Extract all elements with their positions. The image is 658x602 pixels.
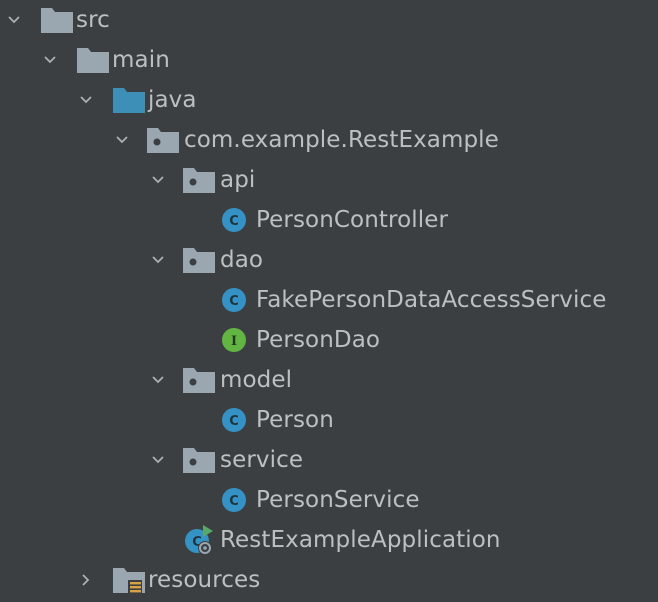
tree-node-label: main bbox=[112, 47, 170, 73]
tree-node-person-dao[interactable]: I PersonDao bbox=[0, 320, 658, 360]
tree-node-person-service[interactable]: C PersonService bbox=[0, 480, 658, 520]
chevron-down-icon[interactable] bbox=[112, 130, 132, 150]
tree-node-label: resources bbox=[148, 567, 261, 593]
tree-node-api[interactable]: api bbox=[0, 160, 658, 200]
tree-node-label: api bbox=[220, 167, 256, 193]
package-icon bbox=[182, 166, 216, 194]
tree-node-label: model bbox=[220, 367, 293, 393]
tree-node-src[interactable]: src bbox=[0, 0, 658, 40]
chevron-down-icon[interactable] bbox=[148, 370, 168, 390]
tree-node-package[interactable]: com.example.RestExample bbox=[0, 120, 658, 160]
svg-text:I: I bbox=[231, 334, 237, 349]
tree-node-label: RestExampleApplication bbox=[220, 527, 501, 553]
folder-icon bbox=[40, 6, 74, 34]
chevron-right-icon[interactable] bbox=[76, 570, 96, 590]
chevron-down-icon[interactable] bbox=[76, 90, 96, 110]
tree-node-service[interactable]: service bbox=[0, 440, 658, 480]
folder-icon bbox=[76, 46, 110, 74]
tree-node-label: src bbox=[76, 7, 110, 33]
chevron-down-icon[interactable] bbox=[4, 10, 24, 30]
source-folder-icon bbox=[112, 86, 146, 114]
package-icon bbox=[182, 246, 216, 274]
tree-node-label: PersonService bbox=[256, 487, 420, 513]
package-icon bbox=[146, 126, 180, 154]
interface-icon: I bbox=[220, 326, 248, 354]
tree-node-main[interactable]: main bbox=[0, 40, 658, 80]
package-icon bbox=[182, 366, 216, 394]
tree-node-person[interactable]: C Person bbox=[0, 400, 658, 440]
tree-node-label: PersonController bbox=[256, 207, 449, 233]
tree-node-label: dao bbox=[220, 247, 264, 273]
tree-node-java[interactable]: java bbox=[0, 80, 658, 120]
chevron-down-icon[interactable] bbox=[148, 170, 168, 190]
class-icon: C bbox=[220, 286, 248, 314]
package-icon bbox=[182, 446, 216, 474]
tree-node-label: PersonDao bbox=[256, 327, 381, 353]
svg-text:C: C bbox=[229, 294, 239, 309]
tree-node-label: com.example.RestExample bbox=[184, 127, 499, 153]
tree-node-label: service bbox=[220, 447, 304, 473]
svg-text:C: C bbox=[229, 214, 239, 229]
class-icon: C bbox=[220, 406, 248, 434]
tree-node-model[interactable]: model bbox=[0, 360, 658, 400]
svg-text:C: C bbox=[229, 494, 239, 509]
class-icon: C bbox=[220, 486, 248, 514]
chevron-down-icon[interactable] bbox=[148, 250, 168, 270]
chevron-down-icon[interactable] bbox=[40, 50, 60, 70]
project-tree: src main java com.example.RestExample ap… bbox=[0, 0, 658, 602]
spring-boot-app-icon: C bbox=[182, 523, 216, 557]
tree-node-person-controller[interactable]: C PersonController bbox=[0, 200, 658, 240]
tree-node-label: Person bbox=[256, 407, 334, 433]
chevron-down-icon[interactable] bbox=[148, 450, 168, 470]
class-icon: C bbox=[220, 206, 248, 234]
tree-node-resources[interactable]: resources bbox=[0, 560, 658, 600]
tree-node-label: java bbox=[148, 87, 197, 113]
tree-node-rest-example-application[interactable]: C RestExampleApplication bbox=[0, 520, 658, 560]
tree-node-fake-person-data-access-service[interactable]: C FakePersonDataAccessService bbox=[0, 280, 658, 320]
tree-node-dao[interactable]: dao bbox=[0, 240, 658, 280]
tree-node-label: FakePersonDataAccessService bbox=[256, 287, 607, 313]
svg-text:C: C bbox=[229, 414, 239, 429]
resources-folder-icon bbox=[112, 566, 146, 596]
